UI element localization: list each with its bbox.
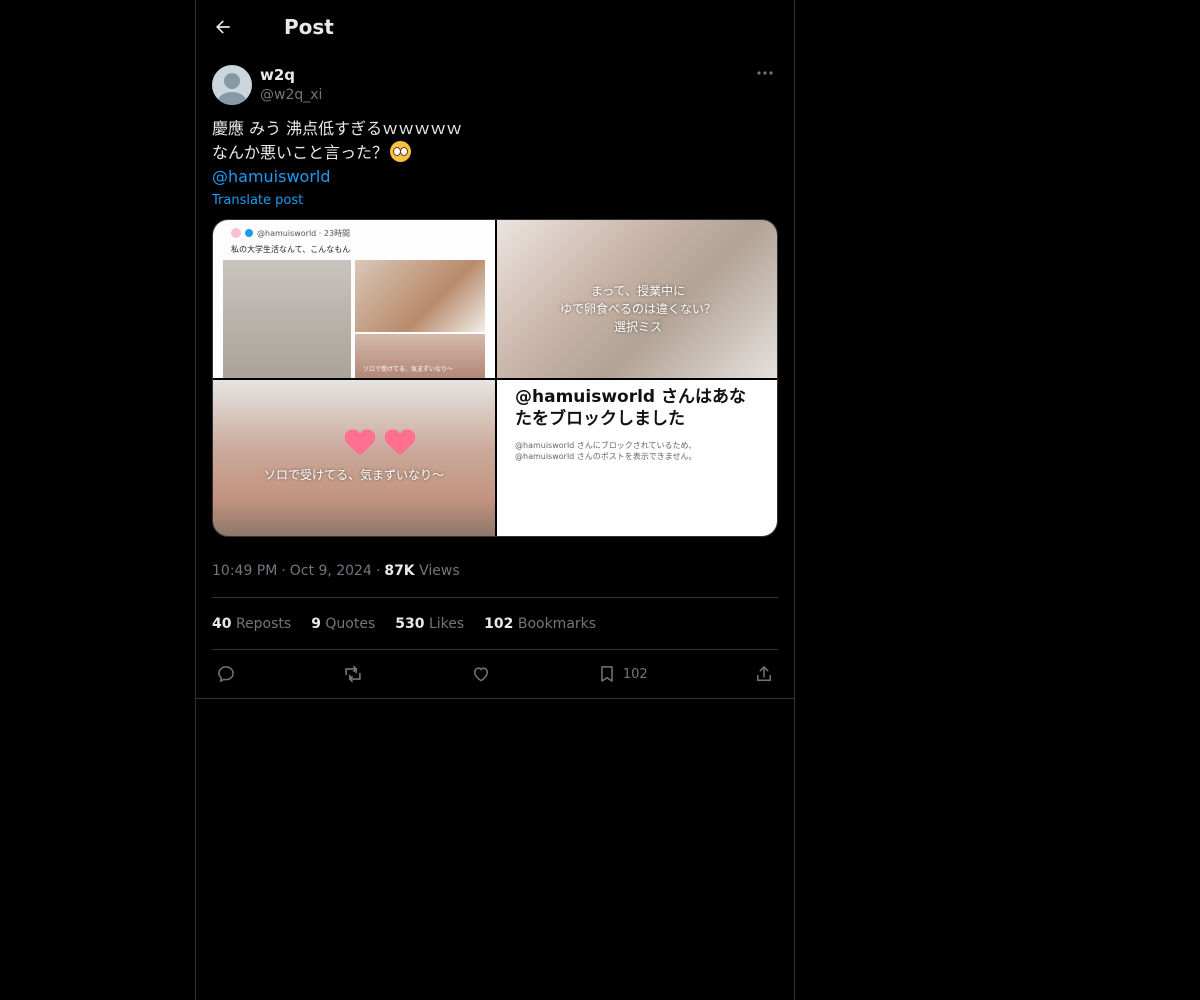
avatar-head-shape (224, 73, 240, 89)
reposts-label: Reposts (235, 615, 292, 632)
tweet-line-1: 慶應 みう 沸点低すぎるｗｗｗｗｗ (212, 119, 463, 138)
embedded-small-caption: ソロで受けてる、気まずいなり〜 (363, 366, 454, 373)
mention-link[interactable]: @hamuisworld (212, 165, 778, 189)
bookmarks-stat[interactable]: 102 Bookmarks (484, 616, 596, 632)
author-row: w2q @w2q_xi (212, 65, 778, 105)
image-2-caption: まって、授業中に ゆで卵食べるのは違くない？ 選択ミス (559, 284, 716, 334)
action-bar: 102 (212, 650, 778, 698)
bookmark-icon (601, 666, 613, 682)
likes-stat[interactable]: 530 Likes (395, 616, 464, 632)
tweet-line-2: なんか悪いこと言った？ (212, 143, 389, 162)
bookmark-button[interactable]: 102 (597, 664, 648, 684)
top-bar: Post (196, 0, 794, 53)
more-options-icon[interactable] (754, 67, 776, 79)
bookmark-count: 102 (622, 666, 648, 682)
likes-count: 530 (395, 615, 425, 632)
quotes-stat[interactable]: 9 Quotes (311, 616, 375, 632)
pleading-face-emoji-icon (390, 141, 412, 162)
embedded-caption: 私の大学生活なんて、こんなもん (231, 245, 351, 254)
author-names: w2q @w2q_xi (260, 65, 322, 105)
reposts-stat[interactable]: 40 Reposts (212, 616, 291, 632)
media-image-2[interactable]: まって、授業中に ゆで卵食べるのは違くない？ 選択ミス (497, 220, 777, 378)
page-title: Post (284, 14, 334, 39)
reposts-count: 40 (212, 615, 232, 632)
engagement-stats: 40 Reposts 9 Quotes 530 Likes 102 Bookma… (212, 597, 778, 650)
media-image-1[interactable]: @hamuisworld · 23時間 私の大学生活なんて、こんなもん ソロで受… (213, 220, 495, 378)
share-icon (756, 666, 771, 681)
repost-icon (345, 665, 361, 683)
post: w2q @w2q_xi 慶應 みう 沸点低すぎるｗｗｗｗｗ なんか悪いこと言った… (196, 53, 794, 698)
media-grid: @hamuisworld · 23時間 私の大学生活なんて、こんなもん ソロで受… (212, 219, 778, 537)
media-image-3[interactable]: ソロで受けてる、気まずいなり〜 (213, 380, 495, 536)
quotes-label: Quotes (325, 615, 376, 632)
blocked-subtext-line-1: @hamuisworld さんにブロックされているため、 (515, 441, 697, 450)
meta-separator: · (281, 563, 286, 579)
embedded-photo-drink (355, 260, 485, 332)
heart-icon (473, 667, 488, 682)
blocked-subtext: @hamuisworld さんにブロックされているため、 @hamuisworl… (515, 440, 761, 462)
post-date[interactable]: Oct 9, 2024 (290, 563, 372, 579)
author-display-name[interactable]: w2q (260, 65, 322, 85)
bookmarks-label: Bookmarks (517, 615, 597, 632)
views-label: Views (419, 563, 460, 579)
image-3-caption: ソロで受けてる、気まずいなり〜 (263, 468, 444, 482)
embedded-post-header: @hamuisworld · 23時間 (231, 226, 495, 240)
likes-label: Likes (428, 615, 465, 632)
author-handle[interactable]: @w2q_xi (260, 85, 322, 105)
media-image-4[interactable]: @hamuisworld さんはあなたをブロックしました @hamuisworl… (497, 380, 777, 536)
translate-post-link[interactable]: Translate post (212, 193, 303, 208)
embedded-handle: @hamuisworld · 23時間 (257, 228, 351, 238)
tweet-line-2-wrap: なんか悪いこと言った？ (212, 141, 778, 165)
reply-button[interactable] (216, 664, 236, 684)
verified-badge-icon (245, 229, 253, 237)
avatar[interactable] (212, 65, 252, 105)
blocked-title: @hamuisworld さんはあなたをブロックしました (515, 387, 747, 429)
bookmarks-count: 102 (484, 615, 514, 632)
tweet-text: 慶應 みう 沸点低すぎるｗｗｗｗｗ なんか悪いこと言った？ @hamuiswor… (212, 117, 778, 189)
avatar-body-shape (217, 92, 247, 105)
meta-separator: · (375, 563, 381, 579)
reply-icon (218, 666, 234, 683)
back-arrow-icon[interactable] (212, 16, 234, 38)
embedded-avatar-icon (231, 228, 241, 238)
repost-button[interactable] (342, 663, 364, 685)
embedded-photo-hallway (223, 260, 351, 378)
post-time[interactable]: 10:49 PM (212, 563, 277, 579)
post-bottom-divider (196, 698, 794, 699)
main-column: Post w2q @w2q_xi 慶應 みう 沸点低すぎるｗｗｗｗｗ なんか悪い… (195, 0, 795, 1000)
heart-sticker-icon (385, 430, 415, 456)
views-count: 87K (384, 563, 415, 579)
heart-sticker-icon (345, 430, 375, 456)
share-button[interactable] (754, 664, 774, 684)
quotes-count: 9 (311, 615, 321, 632)
blocked-subtext-line-2: @hamuisworld さんのポストを表示できません。 (515, 452, 697, 461)
post-meta: 10:49 PM · Oct 9, 2024 · 87K Views (212, 561, 778, 581)
like-button[interactable] (471, 664, 491, 684)
